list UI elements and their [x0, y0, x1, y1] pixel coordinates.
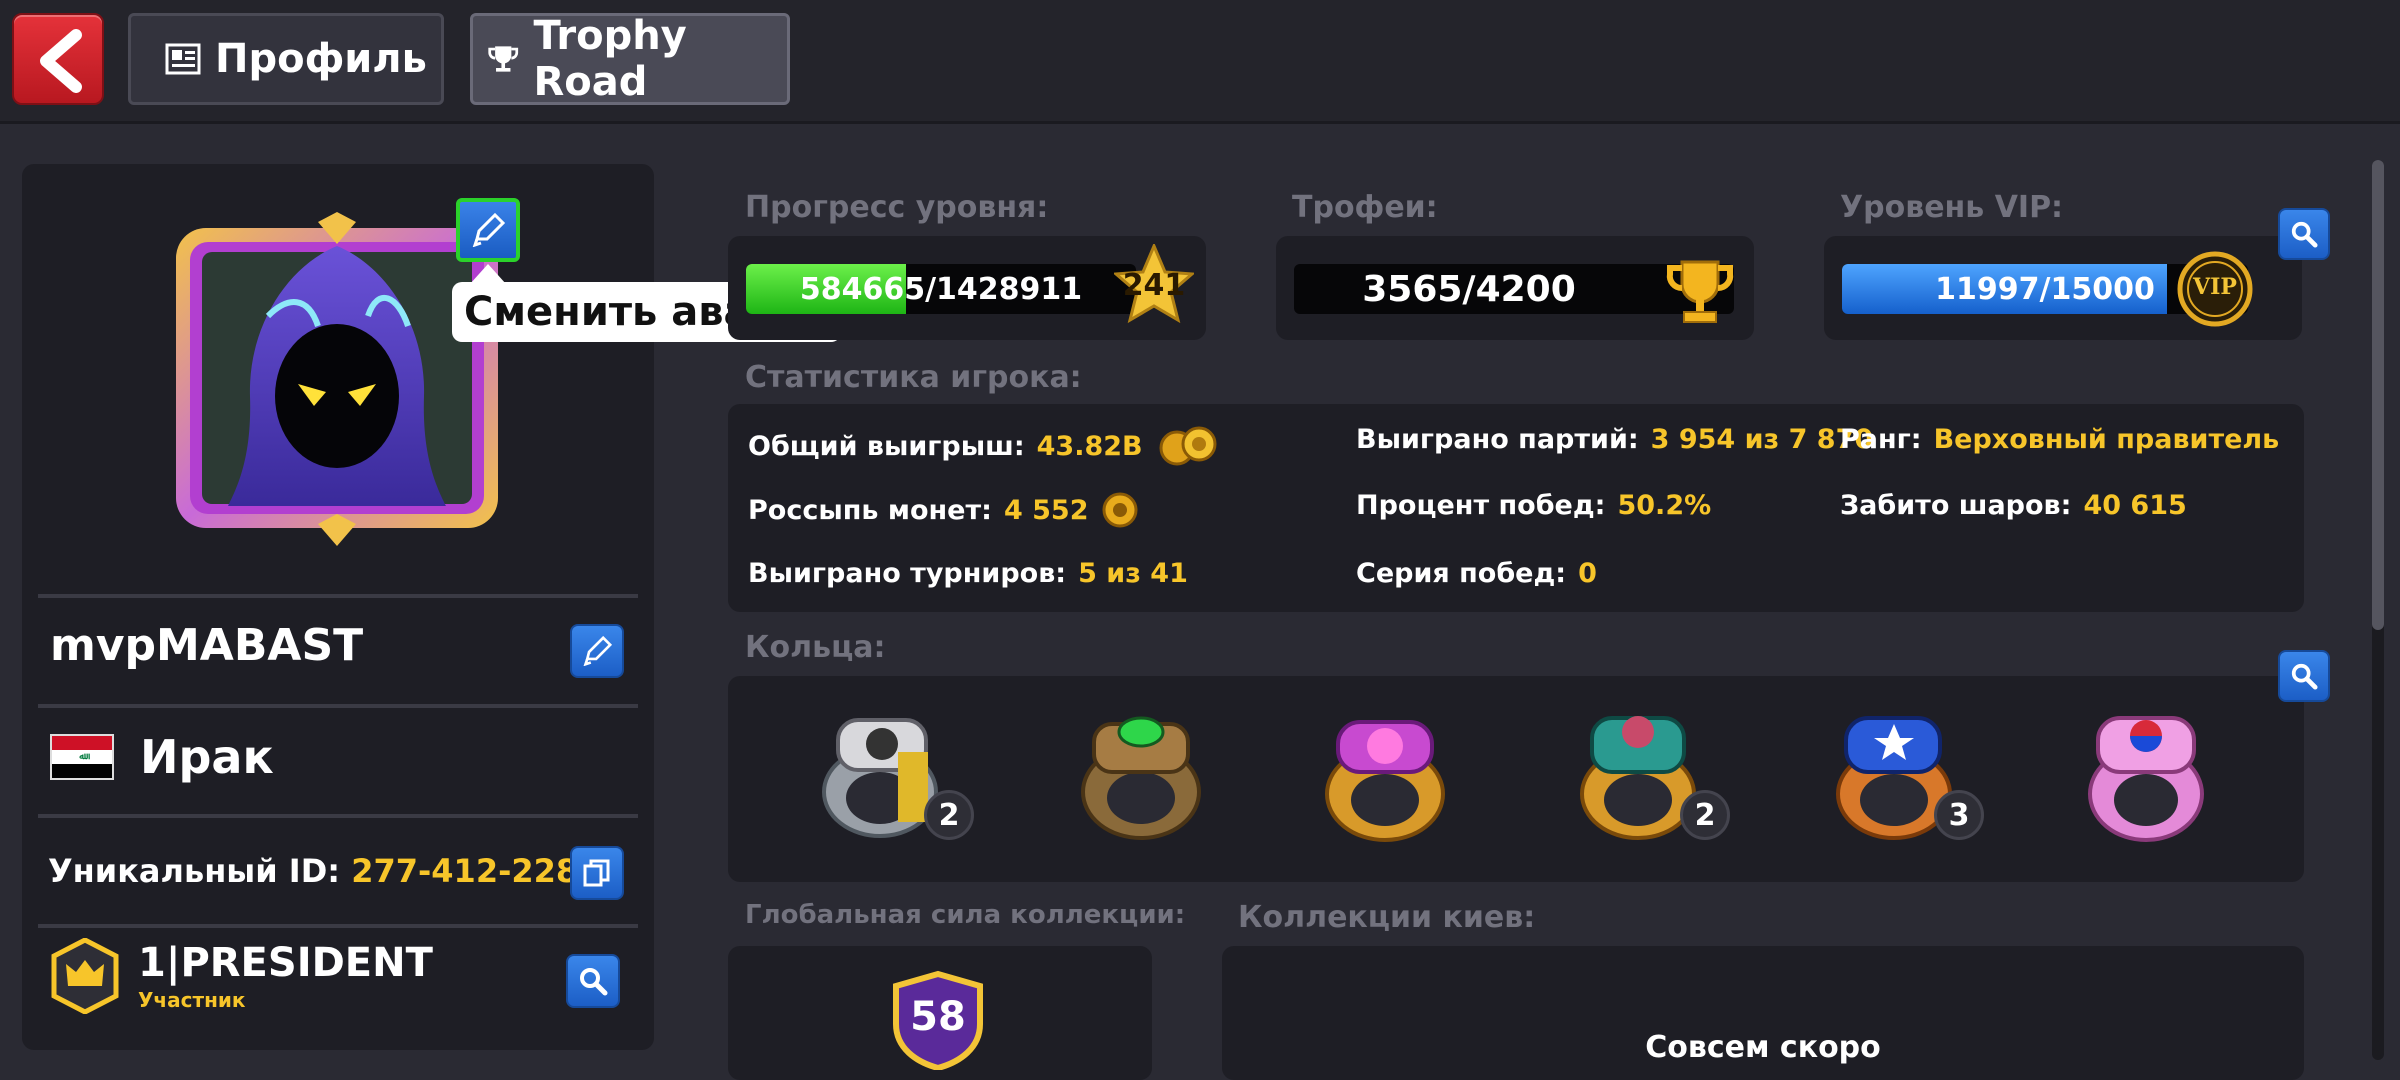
username: mvpMABAST [50, 620, 364, 671]
unique-id-row: Уникальный ID: 277-412-228-4 [48, 852, 614, 890]
korea-legend-ring-icon[interactable] [2070, 702, 2220, 852]
pencil-icon [472, 213, 505, 247]
stat-value: 43.82B [1036, 430, 1143, 462]
stat-label: Выиграно партий: [1356, 424, 1639, 455]
stat-label: Ранг: [1840, 424, 1922, 455]
coin-icon [1102, 492, 1138, 528]
stat-value: 0 [1578, 558, 1597, 589]
edit-username-button[interactable] [570, 624, 624, 678]
stat-value: 4 552 [1003, 494, 1089, 526]
copy-id-button[interactable] [570, 846, 624, 900]
stat-rank: Ранг: Верховный правитель [1840, 424, 2279, 455]
club-role: Участник [138, 988, 246, 1012]
stat-balls-potted: Забито шаров: 40 615 [1840, 490, 2187, 521]
search-icon [2291, 221, 2318, 248]
coin-stack-icon [1159, 426, 1217, 466]
top-bar: Профиль Trophy Road [0, 0, 2400, 124]
stat-value: 40 615 [2083, 490, 2187, 521]
level-number: 241 [1122, 268, 1186, 303]
vip-level-label: Уровень VIP: [1840, 190, 2064, 225]
ring-count-badge: 2 [1680, 790, 1730, 840]
collection-power-label: Глобальная сила коллекции: [745, 900, 1186, 930]
stat-tournaments-won: Выиграно турниров: 5 из 41 [748, 558, 1188, 589]
stat-total-winnings: Общий выигрыш: 43.82B [748, 424, 1221, 468]
tab-trophy-road-label: Trophy Road [533, 13, 687, 105]
level-progress-label: Прогресс уровня: [745, 190, 1049, 225]
stat-games-won: Выиграно партий: 3 954 из 7 870 [1356, 424, 1873, 455]
divider [38, 594, 638, 598]
stat-coin-scatter: Россыпь монет: 4 552 [748, 490, 1140, 530]
level-star-badge: 241 [1112, 242, 1196, 328]
stat-value: 50.2% [1617, 490, 1712, 521]
trophy-icon [1666, 260, 1734, 323]
copy-icon [583, 859, 610, 887]
crown-shield-icon [51, 938, 119, 1014]
country-name: Ирак [140, 730, 274, 784]
divider [38, 814, 638, 818]
coming-soon-text: Совсем скоро [1645, 1030, 1881, 1065]
rings-box [728, 676, 2304, 882]
level-progress-text: 584665/1428911 [799, 271, 1083, 307]
vip-badge-text: VIP [2193, 274, 2237, 300]
club-name: 1|PRESIDENT [138, 940, 433, 986]
player-stats-label: Статистика игрока: [745, 360, 1082, 395]
divider [38, 924, 638, 928]
edit-avatar-button[interactable] [456, 198, 520, 262]
back-button[interactable] [12, 13, 104, 105]
collection-power-value: 58 [910, 994, 966, 1040]
rings-info-button[interactable] [2278, 650, 2330, 702]
back-arrow-icon [40, 29, 82, 93]
scrollbar-thumb[interactable] [2372, 160, 2384, 630]
view-club-button[interactable] [566, 954, 620, 1008]
pencil-icon [583, 636, 612, 666]
tab-trophy-road[interactable]: Trophy Road [470, 13, 790, 105]
profile-card-icon [165, 43, 201, 75]
pink-legend-ring-icon[interactable] [1310, 702, 1460, 852]
stat-label: Россыпь монет: [748, 494, 992, 526]
country-row: ﷲ Ирак [50, 730, 274, 784]
bronze-emerald-ring-icon[interactable] [1066, 702, 1216, 852]
stat-value: 5 из 41 [1078, 558, 1188, 589]
stat-label: Выиграно турниров: [748, 558, 1067, 589]
stat-label: Серия побед: [1356, 558, 1567, 589]
tab-profile[interactable]: Профиль [128, 13, 444, 105]
search-icon [580, 968, 608, 996]
tab-profile-label: Профиль [215, 36, 427, 82]
vip-badge: VIP [2176, 250, 2254, 328]
ring-count-badge: 3 [1934, 790, 1984, 840]
ring-count-badge: 2 [924, 790, 974, 840]
stat-label: Забито шаров: [1840, 490, 2072, 521]
stat-win-streak: Серия побед: 0 [1356, 558, 1597, 589]
trophies-label: Трофеи: [1292, 190, 1438, 225]
collection-power-shield: 58 [890, 970, 986, 1072]
vip-info-button[interactable] [2278, 208, 2330, 260]
tooltip-arrow [470, 264, 506, 284]
level-progress-bar: 584665/1428911 [746, 264, 1136, 314]
iraq-flag-icon: ﷲ [50, 734, 114, 780]
cue-collections-label: Коллекции киев: [1238, 900, 1536, 935]
stat-label: Общий выигрыш: [748, 430, 1025, 462]
trophy-icon [488, 46, 519, 72]
unique-id-label: Уникальный ID: [48, 852, 352, 890]
stat-win-rate: Процент побед: 50.2% [1356, 490, 1711, 521]
stat-label: Процент побед: [1356, 490, 1606, 521]
scrollbar[interactable] [2372, 160, 2384, 1060]
club-row: 1|PRESIDENT Участник [50, 938, 433, 1014]
rings-label: Кольца: [745, 630, 886, 665]
stat-value: Верховный правитель [1933, 424, 2280, 455]
search-icon [2291, 663, 2318, 690]
divider [38, 704, 638, 708]
